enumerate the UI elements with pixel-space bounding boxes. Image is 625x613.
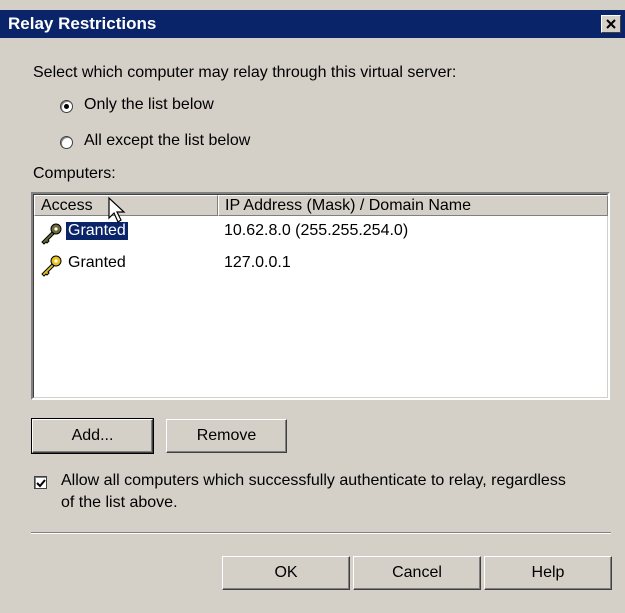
column-header-ip[interactable]: IP Address (Mask) / Domain Name: [218, 195, 608, 216]
checkbox-label-line2[interactable]: of the list above.: [61, 494, 178, 512]
key-icon: [41, 223, 62, 245]
ok-button[interactable]: OK: [222, 556, 350, 590]
authenticate-relay-checkbox[interactable]: [34, 476, 47, 489]
separator: [31, 532, 611, 534]
add-button[interactable]: Add...: [31, 418, 154, 454]
mouse-cursor-icon: [108, 196, 126, 223]
radio-all-except-label[interactable]: All except the list below: [84, 132, 250, 150]
relay-restrictions-dialog: Relay Restrictions Select which computer…: [0, 0, 625, 613]
radio-selected-dot: [64, 104, 69, 109]
computers-label: Computers:: [33, 165, 116, 182]
computers-list[interactable]: Access IP Address (Mask) / Domain Name G…: [31, 192, 610, 400]
checkmark-icon: [36, 479, 46, 488]
radio-all-except[interactable]: [60, 136, 73, 149]
close-button[interactable]: [601, 15, 621, 33]
row-ip: 10.62.8.0 (255.255.254.0): [224, 222, 409, 239]
remove-button[interactable]: Remove: [166, 419, 287, 453]
row-access: Granted: [68, 254, 126, 271]
window-title: Relay Restrictions: [8, 14, 157, 33]
key-icon: [41, 255, 62, 277]
row-ip: 127.0.0.1: [224, 254, 291, 271]
radio-only-list[interactable]: [60, 100, 73, 113]
list-frame: Access IP Address (Mask) / Domain Name G…: [33, 194, 608, 398]
cancel-button[interactable]: Cancel: [353, 556, 481, 590]
radio-only-list-label[interactable]: Only the list below: [84, 96, 214, 114]
checkbox-label-line1[interactable]: Allow all computers which successfully a…: [61, 472, 566, 490]
instruction-text: Select which computer may relay through …: [33, 64, 457, 81]
title-bar: Relay Restrictions: [0, 10, 625, 38]
help-button[interactable]: Help: [484, 556, 612, 590]
table-row[interactable]: Granted 127.0.0.1: [34, 253, 604, 277]
close-icon: [606, 19, 616, 29]
